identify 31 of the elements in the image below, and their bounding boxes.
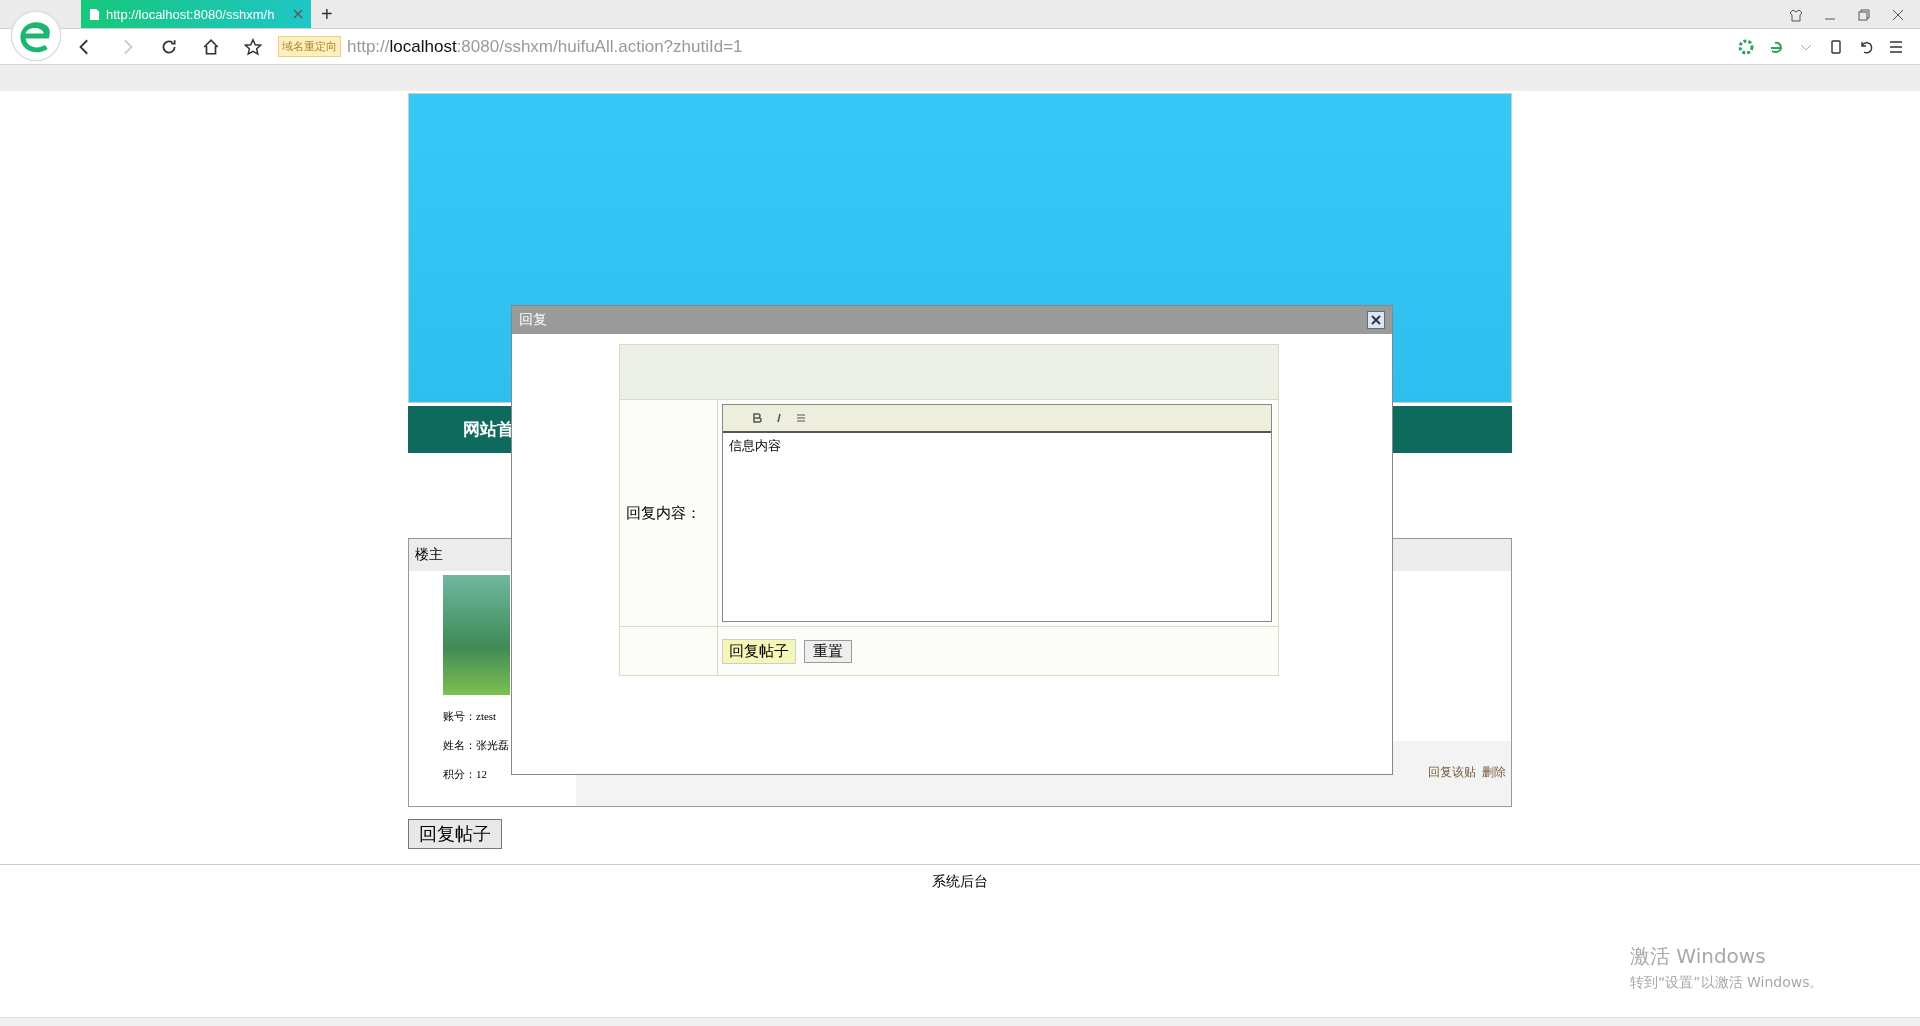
bold-icon[interactable] — [751, 412, 763, 424]
redirect-badge: 域名重定向 — [278, 36, 341, 57]
skin-icon[interactable] — [1788, 7, 1804, 23]
reply-button[interactable]: 回复帖子 — [408, 819, 502, 849]
close-icon[interactable] — [1890, 7, 1906, 23]
reload-icon[interactable] — [160, 37, 178, 56]
author-info: 积分：12 — [443, 767, 488, 782]
star-icon[interactable] — [244, 37, 262, 56]
author-info: 姓名：张光磊 — [443, 738, 510, 753]
tab-title: http://localhost:8080/sshxm/h — [106, 6, 276, 22]
activation-title: 激活 Windows — [1630, 943, 1767, 970]
post-action-link[interactable]: 回复该贴 — [1428, 764, 1476, 781]
editor-field[interactable]: 信息内容 — [723, 433, 1271, 621]
close-icon[interactable] — [1367, 311, 1385, 329]
field-label: 回复内容： — [626, 503, 701, 522]
nav-link[interactable]: 网站首 — [463, 420, 514, 439]
dialog-title: 回复 — [519, 311, 547, 329]
submit-button[interactable]: 回复帖子 — [722, 638, 796, 664]
new-tab-button[interactable]: + — [321, 2, 333, 26]
activation-hint: 转到“设置”以激活 Windows。 — [1630, 974, 1824, 992]
reset-button[interactable]: 重置 — [804, 639, 852, 663]
shutter-icon[interactable] — [1738, 38, 1754, 55]
post-action-link[interactable]: 删除 — [1482, 764, 1506, 781]
home-icon[interactable] — [202, 37, 220, 56]
menu-icon[interactable] — [1888, 38, 1904, 55]
address-field[interactable]: http://localhost:8080/sshxm/huifuAll.action?zhutiId=1 — [347, 36, 743, 57]
page-icon — [89, 7, 100, 21]
tablet-icon[interactable] — [1828, 38, 1844, 55]
author-info: 账号：ztest — [443, 709, 498, 724]
footer-link[interactable]: 系统后台 — [932, 874, 988, 889]
restore-icon[interactable] — [1856, 7, 1872, 23]
